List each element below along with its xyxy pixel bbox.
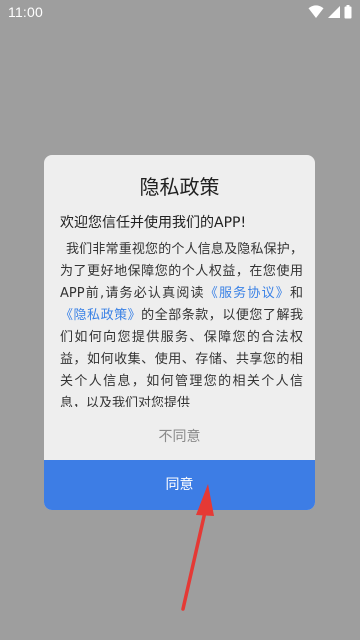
agree-button[interactable]: 同意 <box>44 460 315 510</box>
dialog-body-text: 我们非常重视您的个人信息及隐私保护，为了更好地保障您的个人权益，在您使用APP前… <box>60 239 303 407</box>
wifi-icon <box>308 5 324 19</box>
signal-icon <box>327 5 341 19</box>
dialog-greeting: 欢迎您信任并使用我们的APP! <box>60 215 247 231</box>
disagree-button[interactable]: 不同意 <box>44 417 315 457</box>
status-icons <box>308 5 352 19</box>
status-bar: 11:00 <box>0 0 360 24</box>
battery-icon <box>344 5 352 19</box>
privacy-dialog: 隐私政策 欢迎您信任并使用我们的APP! 我们非常重视您的个人信息及隐私保护，为… <box>44 155 315 510</box>
privacy-policy-link[interactable]: 《隐私政策》 <box>60 308 141 323</box>
screen: 11:00 隐私政策 欢迎您信任并使用我们的APP! 我们非常重视您的个人信息及… <box>0 0 360 640</box>
dialog-title: 隐私政策 <box>139 175 220 199</box>
body-and-text: 和 <box>289 286 303 301</box>
status-time: 11:00 <box>8 4 43 20</box>
service-agreement-link[interactable]: 《服务协议》 <box>205 286 290 301</box>
